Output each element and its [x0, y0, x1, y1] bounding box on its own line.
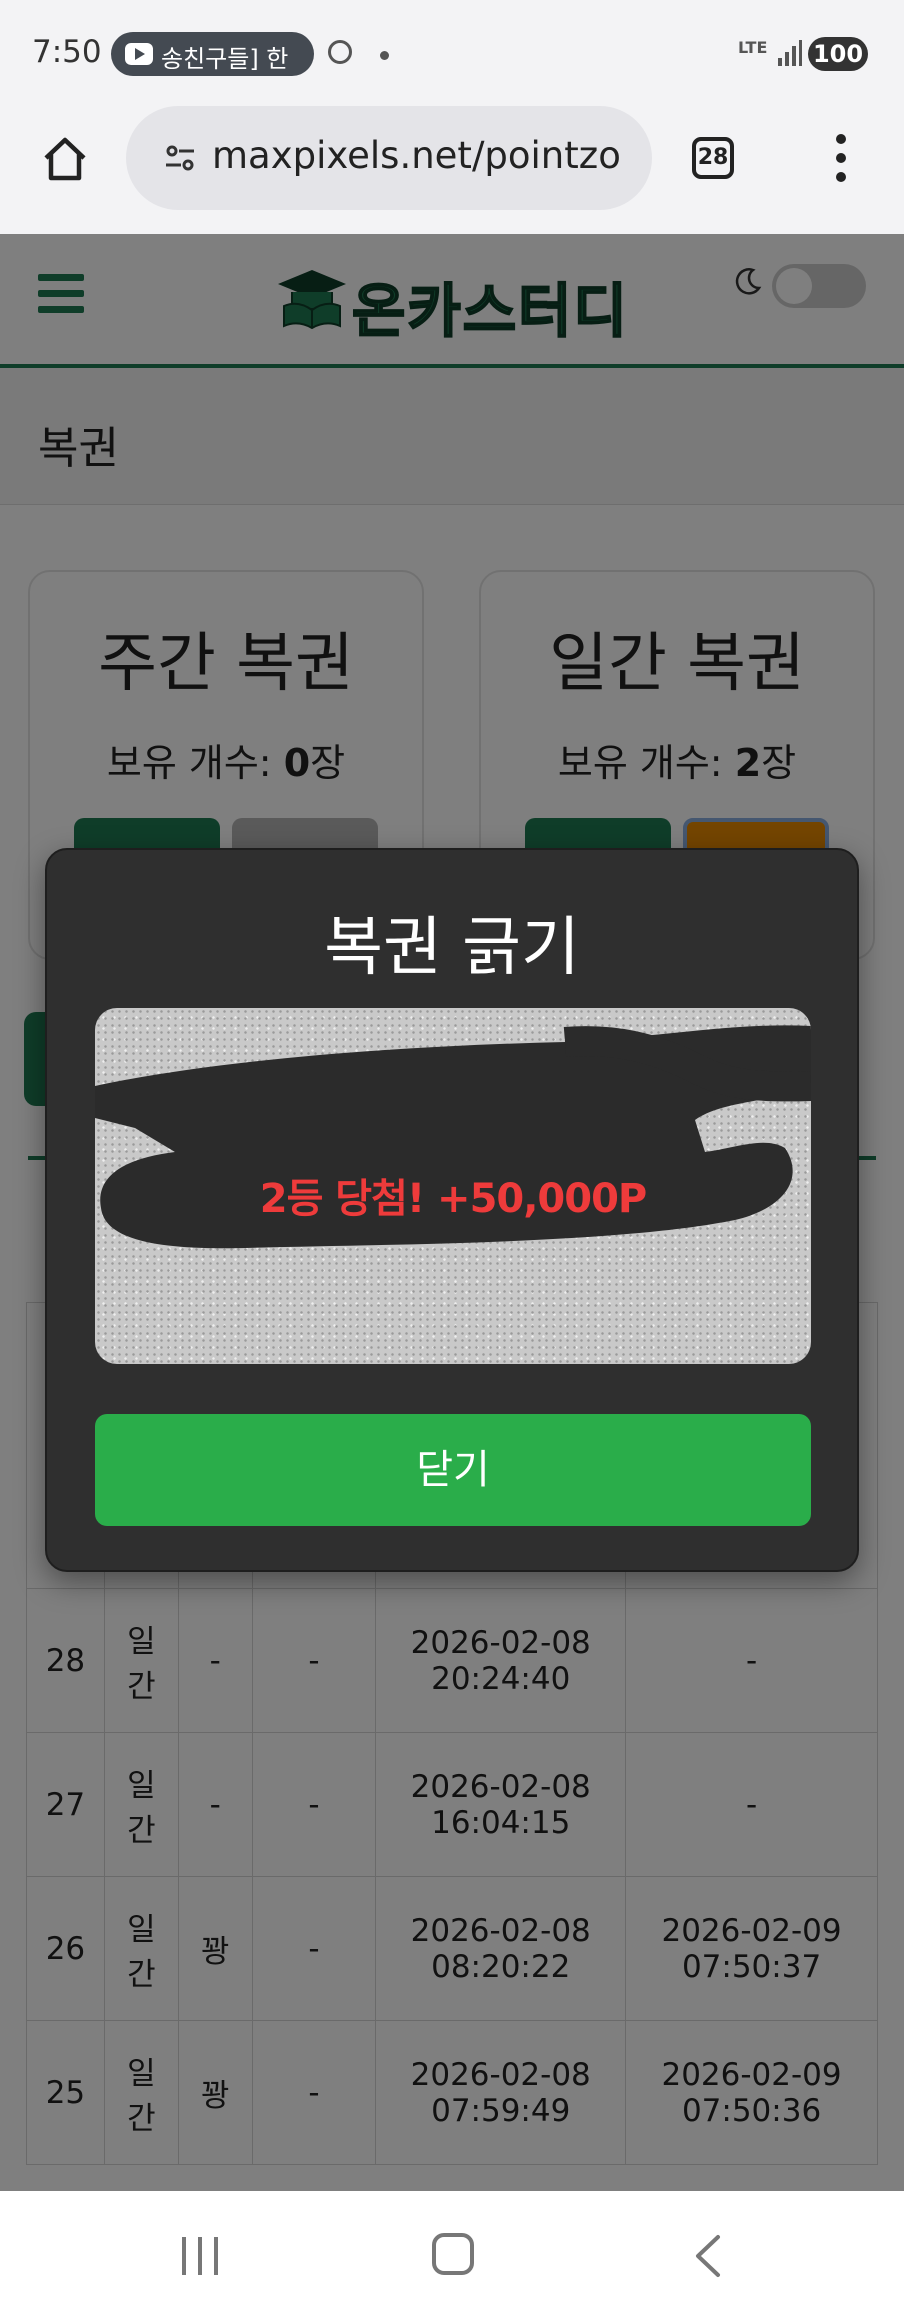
- home-nav-icon[interactable]: [432, 2233, 474, 2275]
- more-notifications-icon: [380, 51, 389, 60]
- youtube-notification-chip[interactable]: 송친구들] 한: [111, 32, 314, 76]
- modal-title: 복권 긁기: [324, 911, 580, 985]
- browser-toolbar: maxpixels.net/pointzo 28: [0, 106, 904, 235]
- address-bar[interactable]: maxpixels.net/pointzo: [126, 106, 652, 210]
- alarm-icon: [328, 40, 352, 64]
- youtube-icon: [125, 43, 153, 65]
- url-text[interactable]: maxpixels.net/pointzo: [212, 134, 642, 177]
- status-time: 7:50: [32, 34, 102, 70]
- back-icon[interactable]: [688, 2231, 728, 2281]
- signal-icon: [778, 40, 802, 66]
- home-icon[interactable]: [40, 134, 90, 184]
- site-settings-icon[interactable]: [164, 142, 196, 174]
- network-type: LTE: [738, 38, 768, 57]
- more-menu-icon[interactable]: [836, 134, 846, 182]
- prize-result-text: 2등 당첨! +50,000P: [259, 1176, 648, 1222]
- notification-text: 송친구들] 한: [161, 45, 289, 73]
- status-bar: 7:50 송친구들] 한 LTE 100: [0, 0, 904, 106]
- scratch-lottery-modal: 복권 긁기 2등 당첨! +50,000P 닫기: [45, 848, 859, 1572]
- tab-switcher-button[interactable]: 28: [692, 137, 734, 179]
- scratch-card-area[interactable]: 2등 당첨! +50,000P: [95, 1008, 811, 1364]
- recent-apps-icon[interactable]: [180, 2237, 224, 2275]
- battery-level: 100: [808, 37, 868, 71]
- close-button[interactable]: 닫기: [95, 1414, 811, 1526]
- system-navigation-bar: [0, 2191, 904, 2316]
